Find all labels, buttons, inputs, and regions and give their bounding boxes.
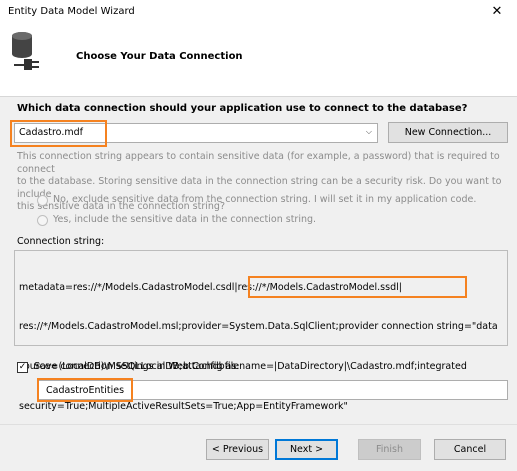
radio-circle[interactable] (37, 215, 48, 226)
connection-string-box[interactable]: metadata=res://*/Models.CadastroModel.cs… (14, 250, 508, 412)
footer-divider (0, 424, 517, 425)
notice-line-1: This connection string appears to contai… (17, 151, 500, 175)
connection-string-label: Connection string: (17, 236, 105, 247)
cancel-button[interactable]: Cancel (434, 439, 506, 460)
connection-string-line: metadata=res://*/Models.CadastroModel.cs… (19, 281, 402, 293)
save-settings-label: Save connection settings in Web.Config a… (34, 361, 240, 372)
wizard-header: Choose Your Data Connection (0, 24, 517, 97)
connection-question: Which data connection should your applic… (17, 103, 468, 114)
close-icon[interactable]: ✕ (477, 0, 517, 24)
connection-string-text: metadata=res://*/Models.CadastroModel.cs… (19, 254, 503, 440)
database-connection-icon (12, 32, 39, 70)
new-connection-button[interactable]: New Connection... (388, 122, 508, 143)
finish-button[interactable]: Finish (358, 439, 421, 460)
previous-button[interactable]: < Previous (206, 439, 269, 460)
connection-select[interactable]: Cadastro.mdf ⌵ (14, 123, 378, 143)
title-bar: Entity Data Model Wizard ✕ (0, 0, 517, 24)
save-settings-checkbox[interactable]: ✓ (17, 362, 28, 373)
window-title: Entity Data Model Wizard (8, 6, 135, 17)
next-button[interactable]: Next > (275, 439, 338, 460)
radio-circle[interactable] (37, 195, 48, 206)
connection-select-value: Cadastro.mdf (19, 127, 83, 138)
chevron-down-icon[interactable]: ⌵ (366, 127, 372, 137)
connection-string-line: res://*/Models.CadastroModel.msl;provide… (19, 321, 498, 333)
radio-include-label: Yes, include the sensitive data in the c… (53, 214, 317, 225)
connection-string-line: security=True;MultipleActiveResultSets=T… (19, 401, 348, 413)
page-title: Choose Your Data Connection (76, 51, 243, 62)
entity-name-input[interactable]: CadastroEntities (37, 380, 508, 400)
radio-exclude-label: No, exclude sensitive data from the conn… (53, 194, 477, 205)
entity-name-value: CadastroEntities (46, 385, 125, 396)
